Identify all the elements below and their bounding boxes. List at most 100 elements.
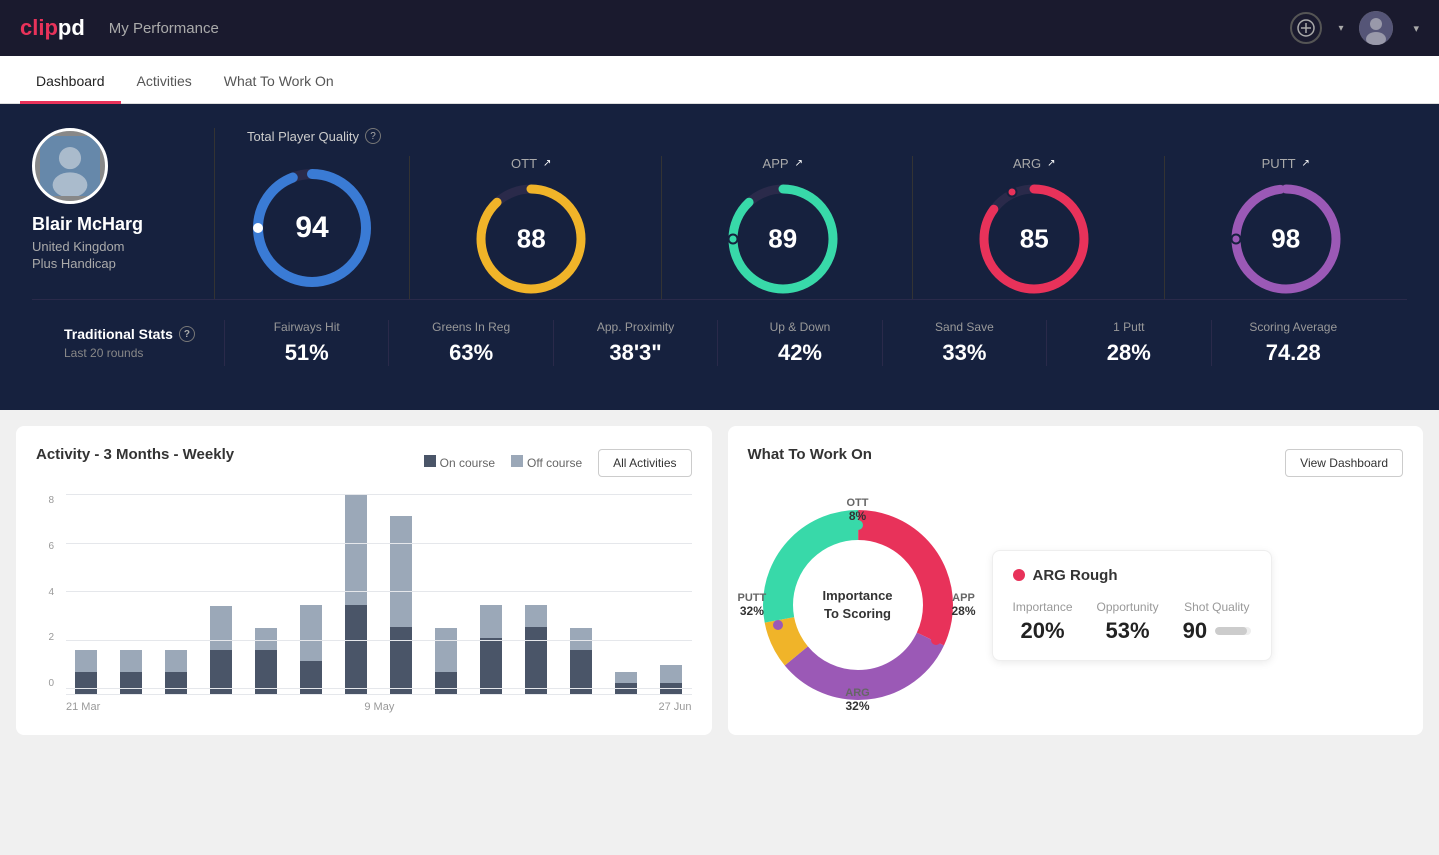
bar-off-seg (255, 628, 277, 650)
bar-on-seg (480, 638, 502, 694)
bar-chart-container: 0 2 4 6 8 (36, 495, 692, 713)
what-to-work-on-card: What To Work On View Dashboard (728, 426, 1424, 735)
stat-1putt: 1 Putt 28% (1046, 320, 1210, 366)
bar-group-0 (66, 495, 106, 694)
trad-help-icon[interactable]: ? (179, 326, 195, 342)
bar-off-seg (345, 495, 367, 605)
player-info: Blair McHarg United Kingdom Plus Handica… (32, 128, 182, 271)
bar-off-seg (570, 628, 592, 650)
bar-off-seg (615, 672, 637, 683)
bar-group-1 (111, 495, 151, 694)
tab-dashboard[interactable]: Dashboard (20, 61, 121, 104)
arg-block: ARG ↗ 85 (912, 156, 1156, 299)
what-content: ImportanceTo Scoring OTT 8% APP 28% ARG … (748, 495, 1404, 715)
main-score-value: 94 (295, 211, 328, 245)
tab-what-to-work-on[interactable]: What To Work On (208, 61, 350, 104)
y-axis: 0 2 4 6 8 (36, 495, 60, 689)
ott-chart: 88 (471, 179, 591, 299)
chart-header: Activity - 3 Months - Weekly On course O… (36, 446, 692, 479)
bar-on-seg (120, 672, 142, 694)
bar-off-seg (120, 650, 142, 672)
header-title: My Performance (109, 20, 219, 37)
what-header: What To Work On View Dashboard (748, 446, 1404, 479)
bar-on-seg (525, 627, 547, 694)
player-section: Blair McHarg United Kingdom Plus Handica… (32, 128, 1407, 299)
bars (66, 495, 692, 695)
bar-group-3 (201, 495, 241, 694)
stat-scoring: Scoring Average 74.28 (1211, 320, 1375, 366)
putt-donut-label: PUTT 32% (738, 592, 767, 618)
player-avatar (32, 128, 108, 204)
chart-legend: On course Off course (424, 455, 583, 470)
bar-off-seg (480, 605, 502, 638)
bar-off-seg (300, 605, 322, 661)
stat-proximity: App. Proximity 38'3" (553, 320, 717, 366)
bar-group-8 (426, 495, 466, 694)
bar-group-6 (336, 495, 376, 694)
donut-chart: ImportanceTo Scoring OTT 8% APP 28% ARG … (748, 495, 968, 715)
detail-shot-quality: Shot Quality 90 (1183, 600, 1251, 644)
bar-group-4 (246, 495, 286, 694)
bottom-section: Activity - 3 Months - Weekly On course O… (0, 410, 1439, 751)
performance-panel: Blair McHarg United Kingdom Plus Handica… (0, 104, 1439, 410)
bar-group-13 (651, 495, 691, 694)
bar-off-seg (390, 516, 412, 627)
logo-text: clippd (20, 15, 85, 41)
arg-chart: 85 (974, 179, 1094, 299)
logo[interactable]: clippd (20, 15, 85, 41)
bar-group-7 (381, 495, 421, 694)
tab-activities[interactable]: Activities (121, 61, 208, 104)
ott-value: 88 (517, 224, 546, 255)
activity-title: Activity - 3 Months - Weekly (36, 446, 234, 463)
arg-donut-label: ARG 32% (845, 687, 869, 713)
tpq-label: Total Player Quality ? (247, 128, 1407, 144)
bar-off-seg (210, 606, 232, 650)
bar-group-10 (516, 495, 556, 694)
activity-card: Activity - 3 Months - Weekly On course O… (16, 426, 712, 735)
ott-block: OTT ↗ 88 (409, 156, 653, 299)
what-title: What To Work On (748, 446, 872, 463)
player-country: United Kingdom (32, 239, 182, 254)
detail-importance: Importance 20% (1013, 600, 1073, 644)
putt-value: 98 (1271, 224, 1300, 255)
bar-group-9 (471, 495, 511, 694)
stat-greens: Greens In Reg 63% (388, 320, 552, 366)
player-name: Blair McHarg (32, 214, 182, 235)
bar-on-seg (345, 605, 367, 694)
bar-group-2 (156, 495, 196, 694)
main-score-block: 94 (247, 163, 401, 293)
header-right: ▾ ▾ (1290, 11, 1419, 45)
putt-block: PUTT ↗ 98 (1164, 156, 1408, 299)
app-chart: 89 (723, 179, 843, 299)
header-left: clippd My Performance (20, 15, 219, 41)
detail-card: ARG Rough Importance 20% Opportunity 53%… (992, 550, 1273, 661)
bar-on-seg (390, 627, 412, 694)
view-dashboard-button[interactable]: View Dashboard (1285, 449, 1403, 477)
arg-value: 85 (1020, 224, 1049, 255)
arg-arrow-icon: ↗ (1047, 158, 1055, 169)
bar-on-seg (75, 672, 97, 694)
tpq-help-icon[interactable]: ? (365, 128, 381, 144)
add-icon[interactable] (1290, 12, 1322, 44)
detail-opportunity: Opportunity 53% (1097, 600, 1159, 644)
add-dropdown-arrow[interactable]: ▾ (1338, 23, 1343, 34)
bar-on-seg (435, 672, 457, 694)
bar-on-seg (255, 650, 277, 694)
bar-on-seg (165, 672, 187, 694)
stat-items: Fairways Hit 51% Greens In Reg 63% App. … (224, 320, 1375, 366)
bar-group-11 (561, 495, 601, 694)
ott-donut-label: OTT 8% (847, 497, 869, 523)
app-value: 89 (768, 224, 797, 255)
stat-updown: Up & Down 42% (717, 320, 881, 366)
ott-arrow-icon: ↗ (543, 158, 551, 169)
app-donut-label: APP 28% (951, 592, 975, 618)
bar-off-seg (165, 650, 187, 672)
traditional-stats: Traditional Stats ? Last 20 rounds Fairw… (32, 299, 1407, 386)
profile-dropdown-arrow[interactable]: ▾ (1413, 22, 1419, 35)
bar-group-5 (291, 495, 331, 694)
putt-arrow-icon: ↗ (1302, 158, 1310, 169)
all-activities-button[interactable]: All Activities (598, 449, 691, 477)
bar-off-seg (660, 665, 682, 683)
bar-off-seg (435, 628, 457, 672)
avatar[interactable] (1359, 11, 1393, 45)
